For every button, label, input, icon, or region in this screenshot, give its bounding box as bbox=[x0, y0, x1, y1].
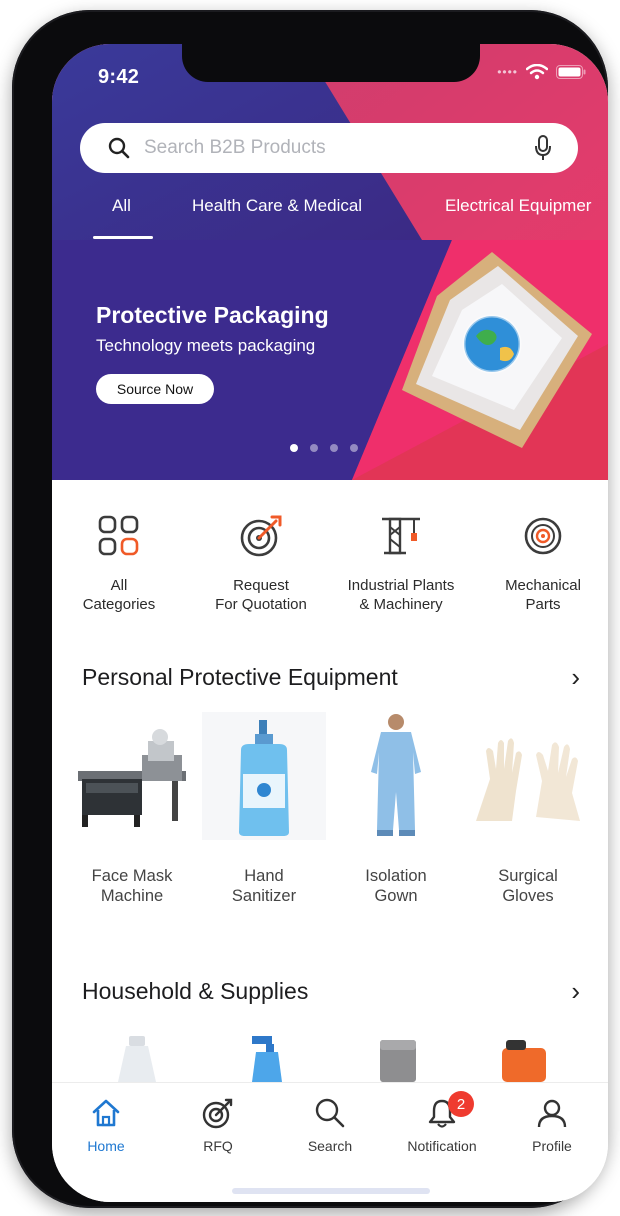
category-label: All bbox=[110, 577, 128, 594]
search-icon bbox=[108, 137, 130, 159]
section-title-ppe: Personal Protective Equipment bbox=[82, 664, 398, 690]
category-all[interactable]: All Categories bbox=[54, 512, 184, 614]
battery-icon bbox=[556, 65, 586, 79]
crane-icon bbox=[377, 512, 425, 560]
household-product[interactable] bbox=[496, 1034, 556, 1087]
product-label: Machine bbox=[100, 887, 164, 905]
user-icon bbox=[537, 1099, 567, 1128]
tab-all[interactable]: All bbox=[112, 196, 131, 216]
product-label: Surgical bbox=[498, 867, 558, 885]
chevron-right-icon[interactable]: › bbox=[571, 662, 580, 693]
carousel-dot[interactable] bbox=[330, 444, 338, 452]
product-hand-sanitizer[interactable]: Hand Sanitizer bbox=[202, 712, 326, 906]
product-isolation-gown[interactable]: Isolation Gown bbox=[334, 712, 458, 906]
nav-label: Notification bbox=[407, 1138, 477, 1154]
grid-icon bbox=[95, 512, 143, 560]
category-label: For Quotation bbox=[215, 596, 307, 613]
banner-title: Protective Packaging bbox=[96, 302, 329, 328]
nav-label: Profile bbox=[532, 1138, 572, 1154]
category-label: Request bbox=[233, 577, 289, 594]
bearing-icon bbox=[519, 512, 567, 560]
household-product[interactable] bbox=[112, 1034, 162, 1087]
nav-home[interactable]: Home bbox=[56, 1097, 156, 1154]
household-product[interactable] bbox=[242, 1034, 292, 1087]
target-icon bbox=[202, 1098, 233, 1129]
carousel-dot[interactable] bbox=[290, 444, 298, 452]
category-industrial[interactable]: Industrial Plants & Machinery bbox=[336, 512, 466, 614]
search-icon bbox=[315, 1098, 345, 1128]
nav-rfq[interactable]: RFQ bbox=[168, 1097, 268, 1154]
product-image bbox=[466, 712, 590, 840]
device-notch bbox=[182, 44, 480, 82]
product-label: Sanitizer bbox=[231, 887, 297, 905]
nav-label: Search bbox=[307, 1138, 353, 1154]
home-icon bbox=[92, 1099, 120, 1127]
carousel-dots[interactable] bbox=[290, 444, 358, 452]
nav-notification[interactable]: 2 Notification bbox=[392, 1091, 492, 1154]
category-label: Industrial Plants bbox=[347, 577, 455, 594]
category-label: Categories bbox=[82, 596, 156, 613]
app-screen: 9:42 •••• Search B2B Products All Health… bbox=[52, 44, 608, 1202]
status-icons: •••• bbox=[497, 64, 586, 80]
nav-label: RFQ bbox=[203, 1138, 233, 1154]
search-bar[interactable]: Search B2B Products bbox=[80, 123, 578, 173]
hero-background bbox=[52, 44, 608, 480]
product-label: Face Mask bbox=[91, 867, 173, 885]
section-title-household: Household & Supplies bbox=[82, 978, 309, 1004]
category-label: Parts bbox=[525, 596, 561, 613]
signal-icon: •••• bbox=[497, 65, 518, 79]
home-indicator bbox=[232, 1188, 430, 1194]
product-label: Hand bbox=[244, 867, 284, 885]
phone-frame: 9:42 •••• Search B2B Products All Health… bbox=[12, 10, 608, 1208]
household-product[interactable] bbox=[376, 1034, 426, 1087]
product-image bbox=[202, 712, 326, 840]
carousel-dot[interactable] bbox=[310, 444, 318, 452]
tab-electrical[interactable]: Electrical Equipmer bbox=[445, 196, 591, 216]
product-label: Gloves bbox=[502, 887, 554, 905]
tab-underline bbox=[93, 236, 153, 239]
hero-section: 9:42 •••• Search B2B Products All Health… bbox=[52, 44, 608, 480]
category-tabs: All Health Care & Medical Electrical Equ… bbox=[52, 196, 608, 240]
nav-profile[interactable]: Profile bbox=[502, 1097, 602, 1154]
product-face-mask-machine[interactable]: Face Mask Machine bbox=[70, 712, 194, 906]
chevron-right-icon[interactable]: › bbox=[571, 976, 580, 1007]
product-image bbox=[70, 712, 194, 840]
product-surgical-gloves[interactable]: Surgical Gloves bbox=[466, 712, 590, 906]
product-label: Isolation bbox=[365, 867, 427, 885]
wifi-icon bbox=[526, 64, 548, 80]
notification-badge: 2 bbox=[448, 1091, 474, 1117]
source-now-button[interactable]: Source Now bbox=[96, 374, 214, 404]
status-time: 9:42 bbox=[98, 66, 140, 88]
nav-label: Home bbox=[87, 1138, 125, 1154]
target-icon bbox=[237, 512, 285, 560]
banner-subtitle: Technology meets packaging bbox=[96, 336, 316, 355]
nav-search[interactable]: Search bbox=[280, 1097, 380, 1154]
microphone-icon[interactable] bbox=[534, 135, 552, 161]
tab-health-care[interactable]: Health Care & Medical bbox=[192, 196, 362, 216]
category-mechanical[interactable]: Mechanical Parts bbox=[478, 512, 608, 614]
carousel-dot[interactable] bbox=[350, 444, 358, 452]
category-rfq[interactable]: Request For Quotation bbox=[196, 512, 326, 614]
bottom-nav: Home RFQ Search 2 Notification Profile bbox=[52, 1082, 608, 1202]
product-image bbox=[334, 712, 458, 840]
category-label: Mechanical bbox=[505, 577, 581, 594]
search-input[interactable]: Search B2B Products bbox=[144, 137, 534, 159]
category-label: & Machinery bbox=[359, 596, 443, 613]
product-label: Gown bbox=[374, 887, 418, 905]
